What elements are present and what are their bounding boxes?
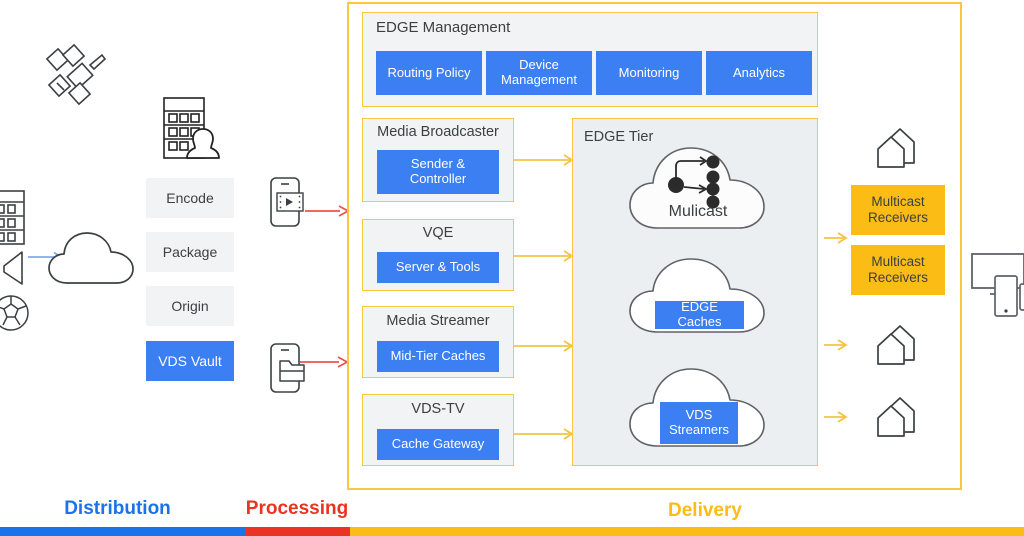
cloud-label-text: EDGE Caches [677, 299, 722, 329]
connector-arrows-edge-to-receivers [824, 120, 854, 460]
cloud-edge-caches-label[interactable]: EDGE Caches [655, 299, 744, 329]
edge-mgmt-monitoring[interactable]: Monitoring [596, 51, 702, 95]
legend-label-processing: Processing [245, 498, 349, 519]
receiver-box-multicast-2[interactable]: Multicast Receivers [851, 245, 945, 295]
process-step-package[interactable]: Package [146, 232, 234, 272]
legend-label-delivery: Delivery [668, 500, 742, 521]
receiver-label-line2: Receivers [867, 210, 929, 225]
phone-icon [993, 274, 1024, 322]
legend-bar-processing [245, 527, 350, 536]
receiver-label-line1: Multicast [871, 253, 925, 269]
function-box-line1: Server & Tools [395, 259, 481, 275]
edge-mgmt-item-label: Monitoring [618, 64, 680, 80]
connector-arrows-functions-to-edge [510, 110, 580, 470]
building-icon [0, 190, 30, 246]
multicast-tree-icon [664, 152, 728, 209]
process-step-encode[interactable]: Encode [146, 178, 234, 218]
process-step-label: Encode [166, 190, 214, 206]
function-box-cache-gateway[interactable]: Cache Gateway [377, 429, 499, 460]
process-step-label: VDS Vault [158, 352, 222, 369]
receiver-label-line1: Multicast [871, 193, 925, 209]
function-box-line1: Mid-Tier Caches [390, 348, 486, 364]
receiver-box-multicast-1[interactable]: Multicast Receivers [851, 185, 945, 235]
building-with-person-icon [160, 95, 230, 163]
edge-mgmt-analytics[interactable]: Analytics [706, 51, 812, 95]
cloud-label-line1: VDS [685, 407, 713, 423]
function-title-vds-tv: VDS-TV [411, 401, 465, 417]
process-step-vds-vault[interactable]: VDS Vault [146, 341, 234, 381]
function-title-media-broadcaster: Media Broadcaster [377, 124, 499, 140]
phone-video-icon [270, 176, 308, 228]
soccer-ball-icon [0, 294, 32, 334]
function-box-mid-tier-caches[interactable]: Mid-Tier Caches [377, 341, 499, 372]
houses-icon-2 [872, 322, 924, 368]
function-box-line1: Cache Gateway [391, 436, 485, 452]
satellite-icon [44, 43, 114, 108]
process-step-label: Package [162, 244, 218, 260]
cloud-label-line2: Streamers [669, 422, 729, 437]
legend-bar-delivery [350, 527, 1024, 536]
function-box-line1: Sender & [410, 156, 466, 172]
edge-mgmt-device-management[interactable]: Device Management [486, 51, 592, 95]
function-box-server-tools[interactable]: Server & Tools [377, 252, 499, 283]
cloud-icon [47, 228, 137, 290]
legend-bar-distribution [0, 527, 245, 536]
edge-mgmt-item-label-line1: Device [519, 57, 559, 73]
edge-mgmt-item-label: Routing Policy [387, 64, 471, 80]
function-title-media-streamer: Media Streamer [386, 313, 490, 329]
megaphone-icon [0, 248, 30, 288]
function-title-vqe: VQE [422, 225, 454, 241]
edge-mgmt-item-label: Analytics [732, 64, 786, 80]
legend-label-distribution: Distribution [64, 498, 171, 519]
edge-mgmt-routing-policy[interactable]: Routing Policy [376, 51, 482, 95]
function-box-line2: Controller [409, 171, 467, 186]
process-step-origin[interactable]: Origin [146, 286, 234, 326]
cloud-multicast-label: Mulicast [668, 203, 728, 220]
houses-icon-1 [872, 125, 924, 171]
arrow-phone-to-edge-bottom [300, 355, 349, 369]
edge-management-title: EDGE Management [376, 19, 511, 36]
process-step-label: Origin [171, 298, 209, 314]
function-box-sender-controller[interactable]: Sender & Controller [377, 150, 499, 194]
edge-mgmt-item-label-line2: Management [501, 72, 577, 87]
arrow-phone-to-edge-top [305, 204, 350, 218]
cloud-vds-streamers-label[interactable]: VDS Streamers [660, 402, 738, 444]
houses-icon-3 [872, 394, 924, 440]
receiver-label-line2: Receivers [867, 270, 929, 285]
